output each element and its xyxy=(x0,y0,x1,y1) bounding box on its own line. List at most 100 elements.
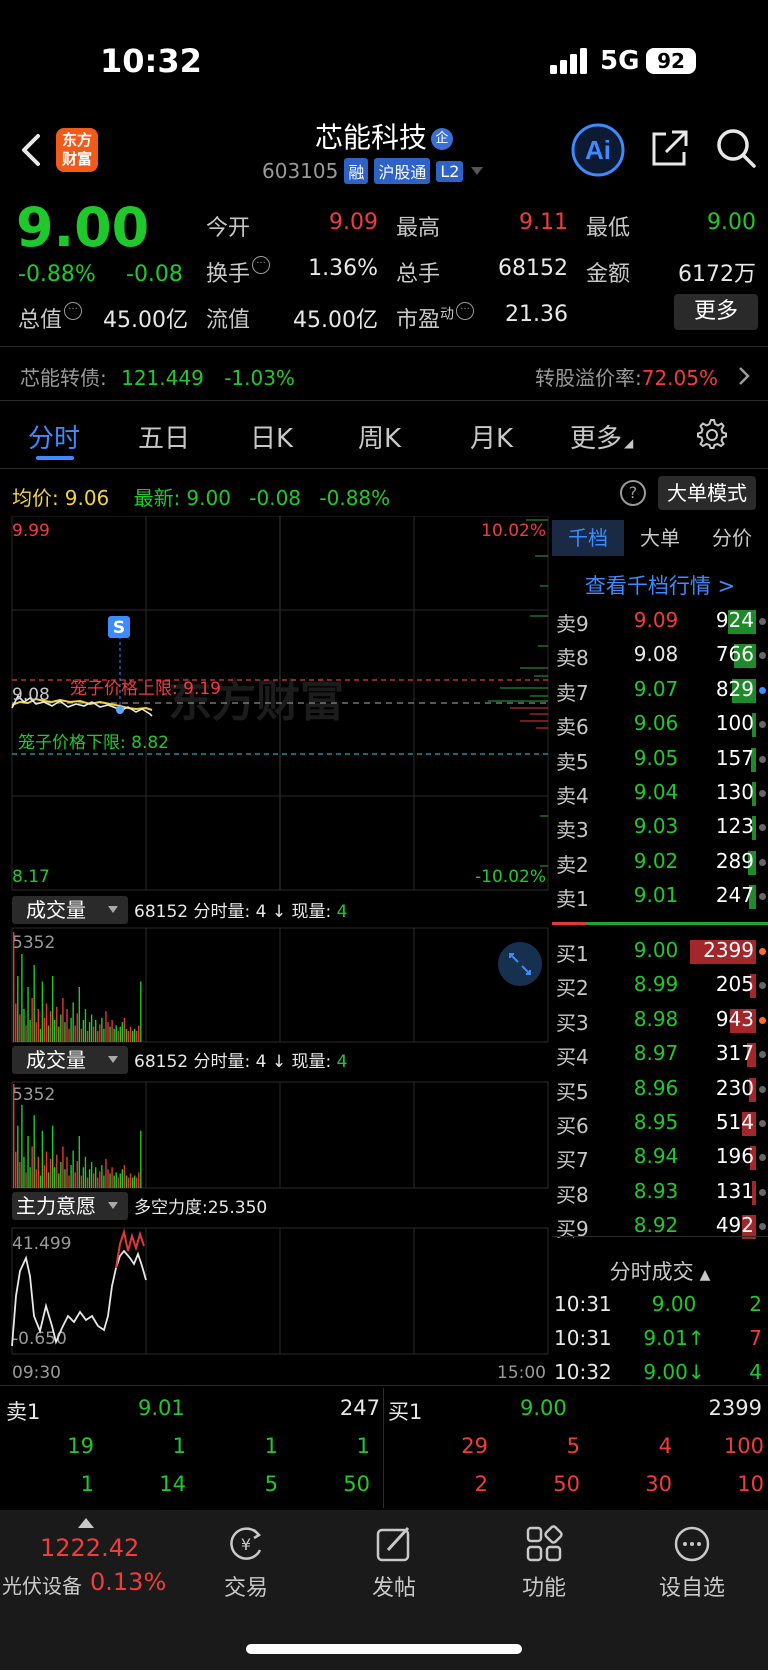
home-indicator xyxy=(246,1644,522,1654)
volume-bar xyxy=(129,1173,132,1188)
nav-functions[interactable]: 功能 xyxy=(494,1524,594,1602)
bid-ask-split-bar xyxy=(552,922,768,925)
time-end-label: 15:00 xyxy=(497,1363,546,1383)
bid-level-row[interactable]: 买9 8.92 492 xyxy=(552,1209,768,1243)
bond-label: 芯能转债: xyxy=(20,366,107,390)
volume-bar xyxy=(117,1177,119,1188)
sector-index-pct[interactable]: 0.13% xyxy=(90,1568,166,1596)
ai-assistant-icon[interactable]: Ai xyxy=(570,122,626,178)
gear-icon[interactable] xyxy=(696,418,728,450)
ask-level-row[interactable]: 卖3 9.03 123 xyxy=(552,810,768,844)
level-price: 9.03 xyxy=(633,814,679,839)
volume-bar xyxy=(84,1156,87,1188)
level-dot xyxy=(759,1120,766,1127)
force-indicator-label[interactable]: 主力意愿 xyxy=(16,1194,96,1218)
volume-bar xyxy=(97,1031,99,1042)
tab-intraday[interactable]: 分时 xyxy=(28,418,80,455)
level-volume: 157 xyxy=(715,745,754,770)
intraday-chart[interactable]: 东方财富 S 9.99 10.02% 8.17 -10.02% 9.08 笼子价… xyxy=(0,516,550,1386)
level-label: 买5 xyxy=(556,1079,589,1104)
volume-bar xyxy=(80,1028,83,1042)
ask-level-row[interactable]: 卖8 9.08 766 xyxy=(552,638,768,672)
tick-volume: 2 xyxy=(749,1292,762,1316)
share-icon[interactable] xyxy=(648,128,690,170)
level-volume: 514 xyxy=(715,1110,754,1134)
volume-bar xyxy=(15,1003,17,1042)
tab-big-orders[interactable]: 大单 xyxy=(624,520,696,556)
ask-level-row[interactable]: 卖4 9.04 130 xyxy=(552,776,768,810)
bid-level-row[interactable]: 买6 8.95 514 xyxy=(552,1106,768,1140)
nav-trade[interactable]: ¥ 交易 xyxy=(196,1524,296,1602)
tab-more[interactable]: 更多 ◢ xyxy=(570,418,633,455)
bid-level-row[interactable]: 买8 8.93 131 xyxy=(552,1175,768,1209)
ask-level-row[interactable]: 卖5 9.05 157 xyxy=(552,742,768,776)
more-button[interactable]: 更多 xyxy=(674,294,758,330)
tab-five-day[interactable]: 五日 xyxy=(138,418,190,455)
ask-level-row[interactable]: 卖9 9.09 924 xyxy=(552,604,768,638)
volume-indicator-label-2[interactable]: 成交量 xyxy=(26,1048,86,1072)
stock-code-row[interactable]: 603105 融 沪股通 L2 xyxy=(262,158,485,184)
volume-bar xyxy=(13,932,15,1042)
help-icon[interactable]: ? xyxy=(620,480,646,506)
bid-level-row[interactable]: 买2 8.99 205 xyxy=(552,968,768,1002)
nav-post[interactable]: 发帖 xyxy=(344,1524,444,1602)
tab-daily-k[interactable]: 日K xyxy=(250,418,293,455)
volume-bar xyxy=(35,1022,37,1042)
level-volume: 2399 xyxy=(703,938,754,962)
level-volume: 289 xyxy=(715,848,754,873)
summary-ask-price: 9.01 xyxy=(138,1396,185,1420)
bid-level-row[interactable]: 买7 8.94 196 xyxy=(552,1140,768,1174)
view-thousand-levels-link[interactable]: 查看千档行情 > xyxy=(552,570,768,600)
sector-index-value[interactable]: 1222.42 xyxy=(40,1534,139,1562)
stock-code: 603105 xyxy=(262,159,339,183)
more-dots-icon xyxy=(674,1526,710,1562)
open-label: 今开 xyxy=(206,216,251,241)
big-order-mode-button[interactable]: 大单模式 xyxy=(658,476,756,510)
level-label: 买6 xyxy=(556,1114,589,1138)
pct-axis-top: 10.02% xyxy=(481,521,546,541)
nav-add-watchlist[interactable]: 设自选 xyxy=(642,1524,742,1602)
volume-bar xyxy=(49,1011,52,1042)
search-icon[interactable] xyxy=(714,126,758,170)
ask-level-row[interactable]: 卖7 9.07 829 xyxy=(552,673,768,707)
bid-level-row[interactable]: 买3 8.98 943 xyxy=(552,1003,768,1037)
bid-level-row[interactable]: 买5 8.96 230 xyxy=(552,1072,768,1106)
queue-order-size: 2 xyxy=(474,1472,488,1496)
volume-bar xyxy=(103,1175,105,1188)
tab-weekly-k[interactable]: 周K xyxy=(358,418,401,455)
convertible-bond-row[interactable]: 芯能转债: 121.449 -1.03% xyxy=(20,362,295,391)
tab-monthly-k[interactable]: 月K xyxy=(470,418,513,455)
level-volume: 100 xyxy=(715,711,754,736)
volume-bar xyxy=(49,1158,52,1188)
ask-level-row[interactable]: 卖1 9.01 247 xyxy=(552,879,768,913)
level-label: 卖6 xyxy=(556,715,589,740)
ask-level-row[interactable]: 卖2 9.02 289 xyxy=(552,845,768,879)
chevron-right-icon[interactable] xyxy=(736,364,752,388)
bid-level-row[interactable]: 买1 9.00 2399 xyxy=(552,934,768,968)
average-price-row: 均价: 9.06 最新: 9.00 -0.08 -0.88% xyxy=(12,486,391,510)
premium-row[interactable]: 转股溢价率:72.05% xyxy=(535,362,718,391)
volume-indicator-label[interactable]: 成交量 xyxy=(26,898,86,922)
sector-index-name[interactable]: 光伏设备 xyxy=(2,1570,82,1599)
open-value: 9.09 xyxy=(329,210,378,235)
tab-thousand-levels[interactable]: 千档 xyxy=(552,520,624,556)
level-volume: 317 xyxy=(715,1041,754,1066)
bid-level-row[interactable]: 买4 8.97 317 xyxy=(552,1037,768,1071)
tick-trades-header[interactable]: 分时成交 ▲ xyxy=(552,1256,768,1286)
queue-order-size: 1 xyxy=(80,1472,94,1496)
volume-bar xyxy=(133,1028,136,1042)
volume-bar xyxy=(113,1028,115,1042)
sell-marker[interactable]: S xyxy=(113,618,125,638)
divider xyxy=(0,468,768,469)
tab-price-distribution[interactable]: 分价 xyxy=(696,520,768,556)
volume-bar xyxy=(17,976,19,1042)
queue-order-size: 30 xyxy=(645,1472,672,1496)
collapse-arrow-icon[interactable] xyxy=(78,1518,94,1528)
level-label: 买2 xyxy=(556,976,589,1001)
volume-bar xyxy=(70,1017,72,1042)
level-price: 8.96 xyxy=(633,1075,679,1100)
volume-bar xyxy=(115,1025,117,1042)
edit-icon xyxy=(376,1526,410,1562)
volume-bar xyxy=(39,1028,42,1042)
ask-level-row[interactable]: 卖6 9.06 100 xyxy=(552,707,768,741)
